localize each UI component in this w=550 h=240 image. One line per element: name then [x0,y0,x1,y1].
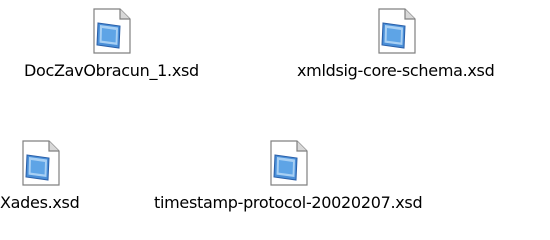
file-item-timestamp-protocol[interactable]: timestamp-protocol-20020207.xsd [154,140,423,213]
file-name-label: DocZavObracun_1.xsd [24,61,199,80]
xsd-file-icon [375,8,417,54]
file-name-label: xmldsig-core-schema.xsd [297,61,495,80]
file-name-label: timestamp-protocol-20020207.xsd [154,193,423,212]
file-item-xmldsig-core-schema[interactable]: xmldsig-core-schema.xsd [297,8,495,81]
file-item-doczavobracun[interactable]: DocZavObracun_1.xsd [24,8,199,81]
xsd-file-icon [90,8,132,54]
file-item-xades[interactable]: Xades.xsd [0,140,80,213]
xsd-file-icon [19,140,61,186]
file-name-label: Xades.xsd [0,193,80,212]
xsd-file-icon [267,140,309,186]
